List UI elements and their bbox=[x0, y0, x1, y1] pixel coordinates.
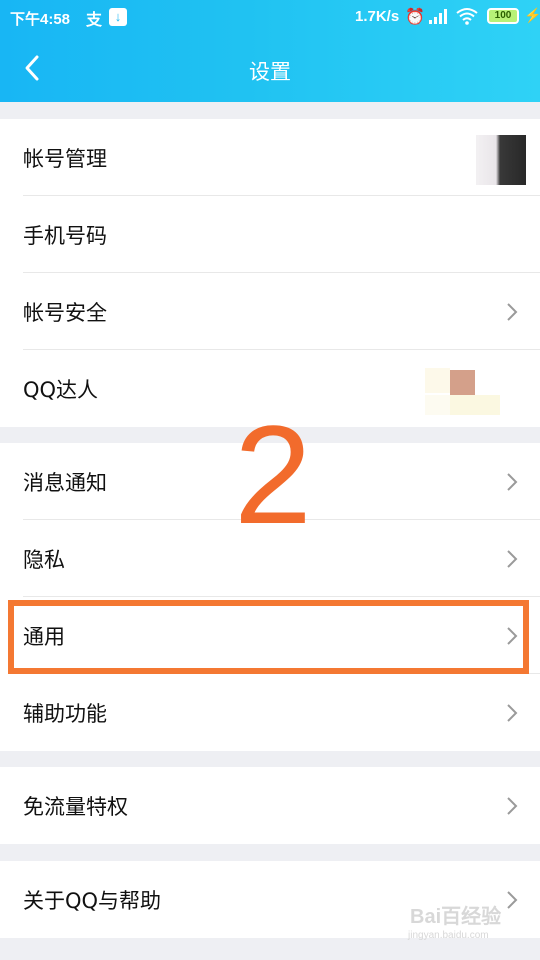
page-title: 设置 bbox=[249, 60, 291, 84]
alarm-icon: ⏰ bbox=[405, 9, 425, 26]
wifi-icon bbox=[456, 8, 478, 25]
settings-item-label: 帐号管理 bbox=[23, 147, 107, 171]
watermark-url: jingyan.baidu.com bbox=[408, 930, 489, 941]
chevron-right-icon bbox=[507, 891, 518, 909]
charging-icon: ⚡ bbox=[524, 7, 540, 23]
battery-indicator: 100 bbox=[487, 8, 519, 24]
qq-expert-badge-icon bbox=[425, 360, 500, 415]
chevron-right-icon bbox=[507, 473, 518, 491]
settings-group-data-free: 免流量特权 bbox=[0, 767, 540, 844]
highlight-box-annotation bbox=[8, 600, 529, 674]
settings-item-account-management[interactable]: 帐号管理 bbox=[0, 119, 540, 196]
settings-item-data-free-privilege[interactable]: 免流量特权 bbox=[0, 767, 540, 844]
header-bar: 下午4:58 支 ↓ 1.7K/s ⏰ 100 ⚡ 设置 bbox=[0, 0, 540, 102]
settings-item-phone-number[interactable]: 手机号码 bbox=[0, 196, 540, 273]
chevron-right-icon bbox=[507, 550, 518, 568]
watermark-logo: Bai百经验 bbox=[410, 906, 502, 928]
settings-item-label: 消息通知 bbox=[23, 471, 107, 495]
status-bar: 下午4:58 支 ↓ 1.7K/s ⏰ 100 ⚡ bbox=[0, 0, 540, 34]
settings-item-accessibility[interactable]: 辅助功能 bbox=[0, 674, 540, 751]
settings-group-account: 帐号管理 手机号码 帐号安全 QQ达人 bbox=[0, 119, 540, 427]
network-speed: 1.7K/s bbox=[355, 8, 400, 25]
settings-item-label: 手机号码 bbox=[23, 224, 107, 248]
avatar bbox=[476, 135, 526, 185]
step-number-annotation: 2 bbox=[234, 396, 312, 553]
chevron-right-icon bbox=[507, 303, 518, 321]
chevron-right-icon bbox=[507, 797, 518, 815]
settings-item-label: 隐私 bbox=[23, 548, 65, 572]
signal-icon bbox=[429, 9, 447, 24]
settings-item-label: 关于QQ与帮助 bbox=[23, 889, 162, 913]
settings-item-account-security[interactable]: 帐号安全 bbox=[0, 273, 540, 350]
settings-item-label: 免流量特权 bbox=[23, 795, 128, 819]
chevron-right-icon bbox=[507, 704, 518, 722]
settings-item-label: 辅助功能 bbox=[23, 702, 107, 726]
settings-item-label: 帐号安全 bbox=[23, 301, 107, 325]
settings-item-label: QQ达人 bbox=[23, 378, 99, 402]
alipay-notification-icon: 支 bbox=[86, 12, 103, 29]
download-notification-icon: ↓ bbox=[109, 8, 127, 26]
status-time: 下午4:58 bbox=[10, 11, 71, 28]
